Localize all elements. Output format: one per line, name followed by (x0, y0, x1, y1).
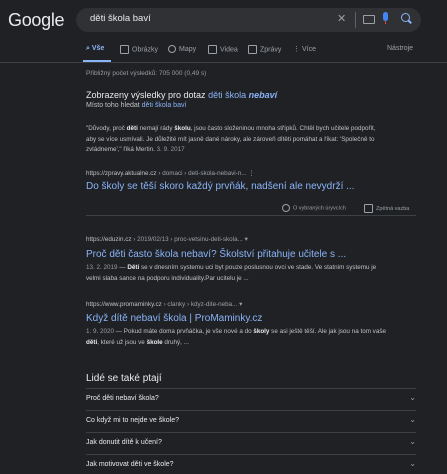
result-url[interactable]: https://eduzin.cz › 2019/02/13 › proc-ve… (86, 236, 248, 243)
image-icon (120, 45, 129, 54)
showing-results-for: Zobrazeny výsledky pro dotaz děti škola … (86, 90, 278, 100)
result-title[interactable]: Proč děti často škola nebaví? Školství p… (86, 249, 346, 260)
microphone-stand (385, 21, 386, 24)
search-input[interactable]: děti škola baví (90, 13, 151, 24)
featured-url[interactable]: https://zpravy.aktualne.cz › domaci › de… (86, 170, 255, 177)
result-snippet: 13. 2. 2019 — Děti se v dnesním systemu … (86, 264, 377, 282)
header-divider (0, 62, 447, 63)
more-icon: ⋮ (293, 46, 300, 53)
corrected-query-link[interactable]: děti škola nebaví (208, 90, 277, 100)
result-url[interactable]: https://www.promaminky.cz › clanky › kdy… (86, 301, 242, 308)
chevron-down-icon: ⌄ (409, 437, 416, 446)
google-logo[interactable]: Google (8, 10, 65, 31)
tab-news[interactable]: Zprávy (248, 45, 281, 54)
paa-question[interactable]: Proč děti nebaví škola? ⌄ (86, 388, 416, 411)
search-instead-for: Místo toho hledat děti škola baví (86, 102, 187, 109)
tab-all[interactable]: ⌕ Vše (86, 45, 104, 53)
chevron-down-icon: ⌄ (409, 459, 416, 468)
result-title[interactable]: Když dítě nebaví škola | ProMaminky.cz (86, 313, 262, 324)
map-pin-icon (168, 45, 176, 53)
result-stats: Přibližný počet výsledků: 705 000 (0,49 … (86, 70, 207, 77)
about-snippets-link[interactable]: O vybraných úryvcích (282, 204, 346, 212)
chevron-down-icon[interactable]: ▾ (239, 301, 242, 308)
tab-videos[interactable]: Videa (208, 45, 238, 54)
search-small-icon: ⌕ (86, 45, 90, 52)
people-also-ask-title: Lidé se také ptají (86, 373, 162, 384)
news-icon (248, 45, 257, 54)
feedback-icon (364, 204, 373, 213)
chevron-down-icon[interactable]: ▾ (245, 236, 248, 243)
feedback-link[interactable]: Zpětná vazba (364, 204, 409, 213)
paa-question[interactable]: Co když mi to nejde ve škole? ⌄ (86, 410, 416, 433)
search-divider (355, 12, 356, 28)
result-snippet: 1. 9. 2020 — Pokud máte doma prvňáčka, j… (86, 328, 386, 346)
paa-question[interactable]: Jak donutit dítě k učení? ⌄ (86, 432, 416, 455)
microphone-icon[interactable] (383, 12, 388, 21)
tab-maps[interactable]: Mapy (168, 45, 196, 53)
tab-more[interactable]: ⋮ Více (293, 45, 316, 53)
help-icon (282, 204, 290, 212)
keyboard-icon[interactable] (363, 15, 375, 24)
original-query-link[interactable]: děti škola baví (142, 102, 187, 109)
video-icon (208, 45, 217, 54)
tab-images[interactable]: Obrázky (120, 45, 158, 54)
tools-button[interactable]: Nástroje (387, 45, 413, 52)
chevron-down-icon: ⌄ (409, 393, 416, 402)
more-options-icon[interactable]: ⋮ (248, 170, 254, 177)
paa-question[interactable]: Jak motivovat děti ve škole? ⌄ (86, 454, 416, 474)
clear-icon[interactable]: ✕ (337, 12, 346, 25)
chevron-down-icon: ⌄ (409, 415, 416, 424)
snippet-divider (86, 215, 416, 216)
featured-snippet-text: "Důvody, proč děti nemají rády školu, js… (86, 125, 376, 153)
featured-result-title[interactable]: Do školy se těší skoro každý prvňák, nad… (86, 181, 354, 192)
